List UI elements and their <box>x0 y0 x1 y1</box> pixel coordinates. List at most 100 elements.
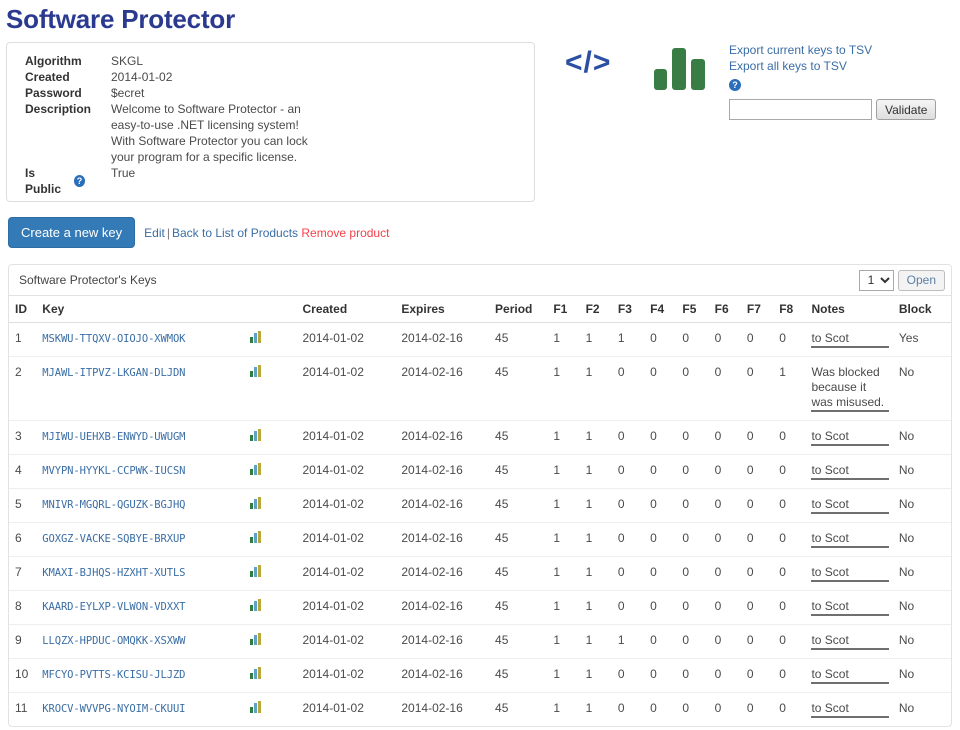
notes-input[interactable] <box>811 365 890 412</box>
edit-link[interactable]: Edit <box>144 226 165 240</box>
bar-chart-icon[interactable] <box>250 463 263 478</box>
remove-product-link[interactable]: Remove product <box>301 226 389 240</box>
code-icon[interactable]: </> <box>565 46 611 80</box>
help-icon[interactable]: ? <box>729 78 741 91</box>
info-row-created: Created 2014-01-02 <box>7 69 534 85</box>
cell-f8: 0 <box>779 522 812 557</box>
key-link[interactable]: MJIWU-UEHXB-ENWYD-UWUGM <box>42 431 185 443</box>
cell-id: 10 <box>9 658 43 693</box>
cell-expires: 2014-02-16 <box>401 356 496 421</box>
notes-input[interactable] <box>811 531 890 548</box>
cell-created: 2014-01-02 <box>302 454 402 489</box>
back-to-products-link[interactable]: Back to List of Products <box>172 226 298 240</box>
cell-f2: 1 <box>585 658 618 693</box>
notes-input[interactable] <box>811 497 890 514</box>
cell-period: 45 <box>495 556 554 591</box>
page-size-select[interactable]: 1 <box>858 269 894 291</box>
table-row: 11 KROCV-WVVPG-NYOIM-CKUUI 2014-01-02 2014-… <box>9 692 951 726</box>
cell-f5: 0 <box>682 590 715 625</box>
table-row: 9 LLQZX-HPDUC-OMQKK-XSXWW 2014-01-02 2014-0… <box>9 624 951 659</box>
bar-chart-icon[interactable] <box>652 45 708 90</box>
cell-f6: 0 <box>714 590 747 625</box>
bar-chart-icon[interactable] <box>250 565 263 580</box>
bar-chart-icon[interactable] <box>250 667 263 682</box>
bar-chart-icon[interactable] <box>250 701 263 716</box>
cell-id: 11 <box>9 692 43 726</box>
notes-input[interactable] <box>811 667 890 684</box>
key-link[interactable]: LLQZX-HPDUC-OMQKK-XSXWW <box>42 635 185 647</box>
cell-f1: 1 <box>553 692 586 726</box>
key-link[interactable]: MFCYO-PVTTS-KCISU-JLJZD <box>42 669 185 681</box>
notes-input[interactable] <box>811 463 890 480</box>
key-link[interactable]: KAARD-EYLXP-VLWON-VDXXT <box>42 601 185 613</box>
validate-button[interactable]: Validate <box>876 99 937 120</box>
validate-row: Validate <box>729 99 959 120</box>
cell-f2: 1 <box>585 420 618 455</box>
export-all-keys-link[interactable]: Export all keys to TSV <box>729 58 959 74</box>
key-link[interactable]: MVYPN-HYYKL-CCPWK-IUCSN <box>42 465 185 477</box>
key-link[interactable]: GOXGZ-VACKE-SQBYE-BRXUP <box>42 533 185 545</box>
product-info-panel: Algorithm SKGL Created 2014-01-02 Passwo… <box>6 42 535 202</box>
info-row-description: Description Welcome to Software Protecto… <box>7 101 534 165</box>
action-bar: Create a new key Edit | Back to List of Pr… <box>8 217 389 248</box>
description-line: easy-to-use .NET licensing system! <box>111 118 299 132</box>
cell-key-chart <box>250 454 303 489</box>
bar-chart-icon[interactable] <box>250 429 263 444</box>
cell-f3: 0 <box>617 454 651 489</box>
cell-period: 45 <box>495 624 554 659</box>
cell-notes <box>811 692 899 726</box>
key-link[interactable]: MNIVR-MGQRL-QGUZK-BGJHQ <box>42 499 185 511</box>
cell-key-chart <box>250 356 303 421</box>
keys-panel-header: Software Protector's Keys 1 Open <box>9 265 951 295</box>
cell-f6: 0 <box>714 522 747 557</box>
cell-period: 45 <box>495 658 554 693</box>
table-row: 3 MJIWU-UEHXB-ENWYD-UWUGM 2014-01-02 2014-0… <box>9 420 951 455</box>
bar-chart-icon[interactable] <box>250 633 263 648</box>
cell-period: 45 <box>495 331 509 345</box>
key-link[interactable]: MSKWU-TTQXV-OIOJO-XWMOK <box>42 333 185 345</box>
cell-f6: 0 <box>714 356 747 421</box>
bar-chart-icon[interactable] <box>250 365 263 380</box>
key-link[interactable]: MJAWL-ITPVZ-LKGAN-DLJDN <box>42 367 185 379</box>
cell-notes <box>811 356 899 421</box>
validate-key-input[interactable] <box>729 99 872 120</box>
cell-f3: 0 <box>617 590 651 625</box>
cell-notes <box>811 658 899 693</box>
export-current-keys-link[interactable]: Export current keys to TSV <box>729 42 959 58</box>
notes-input[interactable] <box>811 429 890 446</box>
key-link[interactable]: KMAXI-BJHQS-HZXHT-XUTLS <box>42 567 185 579</box>
cell-key: GOXGZ-VACKE-SQBYE-BRXUP <box>42 522 251 557</box>
bar-chart-icon[interactable] <box>250 531 263 546</box>
cell-period: 45 <box>495 488 554 523</box>
notes-input[interactable] <box>811 633 890 650</box>
table-row: 10 MFCYO-PVTTS-KCISU-JLJZD 2014-01-02 2014-… <box>9 658 951 693</box>
cell-f4: 0 <box>650 454 683 489</box>
cell-f3: 0 <box>617 556 651 591</box>
bar-chart-icon[interactable] <box>250 497 263 512</box>
keys-header-row: ID Key Created Expires Period F1 F2 F3 F… <box>9 295 951 323</box>
bar-chart-icon[interactable] <box>250 331 263 346</box>
key-link[interactable]: KROCV-WVVPG-NYOIM-CKUUI <box>42 703 185 715</box>
create-new-key-button[interactable]: Create a new key <box>8 217 136 248</box>
cell-f1: 1 <box>553 356 586 421</box>
cell-created: 2014-01-02 <box>302 692 402 726</box>
notes-input[interactable] <box>811 331 890 348</box>
cell-created: 2014-01-02 <box>302 658 402 693</box>
table-row: 8 KAARD-EYLXP-VLWON-VDXXT 2014-01-02 2014-0… <box>9 590 951 625</box>
cell-period: 45 <box>495 356 554 421</box>
notes-input[interactable] <box>811 599 890 616</box>
cell-key-chart <box>250 323 302 357</box>
cell-f7: 0 <box>746 356 780 421</box>
keys-table: ID Key Created Expires Period F1 F2 F3 F… <box>9 295 951 726</box>
notes-input[interactable] <box>811 701 890 718</box>
cell-expires: 2014-02-16 <box>401 488 496 523</box>
cell-f1: 1 <box>553 556 586 591</box>
open-button[interactable]: Open <box>897 269 945 291</box>
info-value-is-public: True <box>111 166 136 180</box>
help-icon[interactable]: ? <box>74 175 85 187</box>
cell-key: MJIWU-UEHXB-ENWYD-UWUGM <box>42 420 251 455</box>
bar-chart-icon[interactable] <box>250 599 263 614</box>
cell-f5: 0 <box>682 356 715 421</box>
cell-f6: 0 <box>714 658 747 693</box>
notes-input[interactable] <box>811 565 890 582</box>
